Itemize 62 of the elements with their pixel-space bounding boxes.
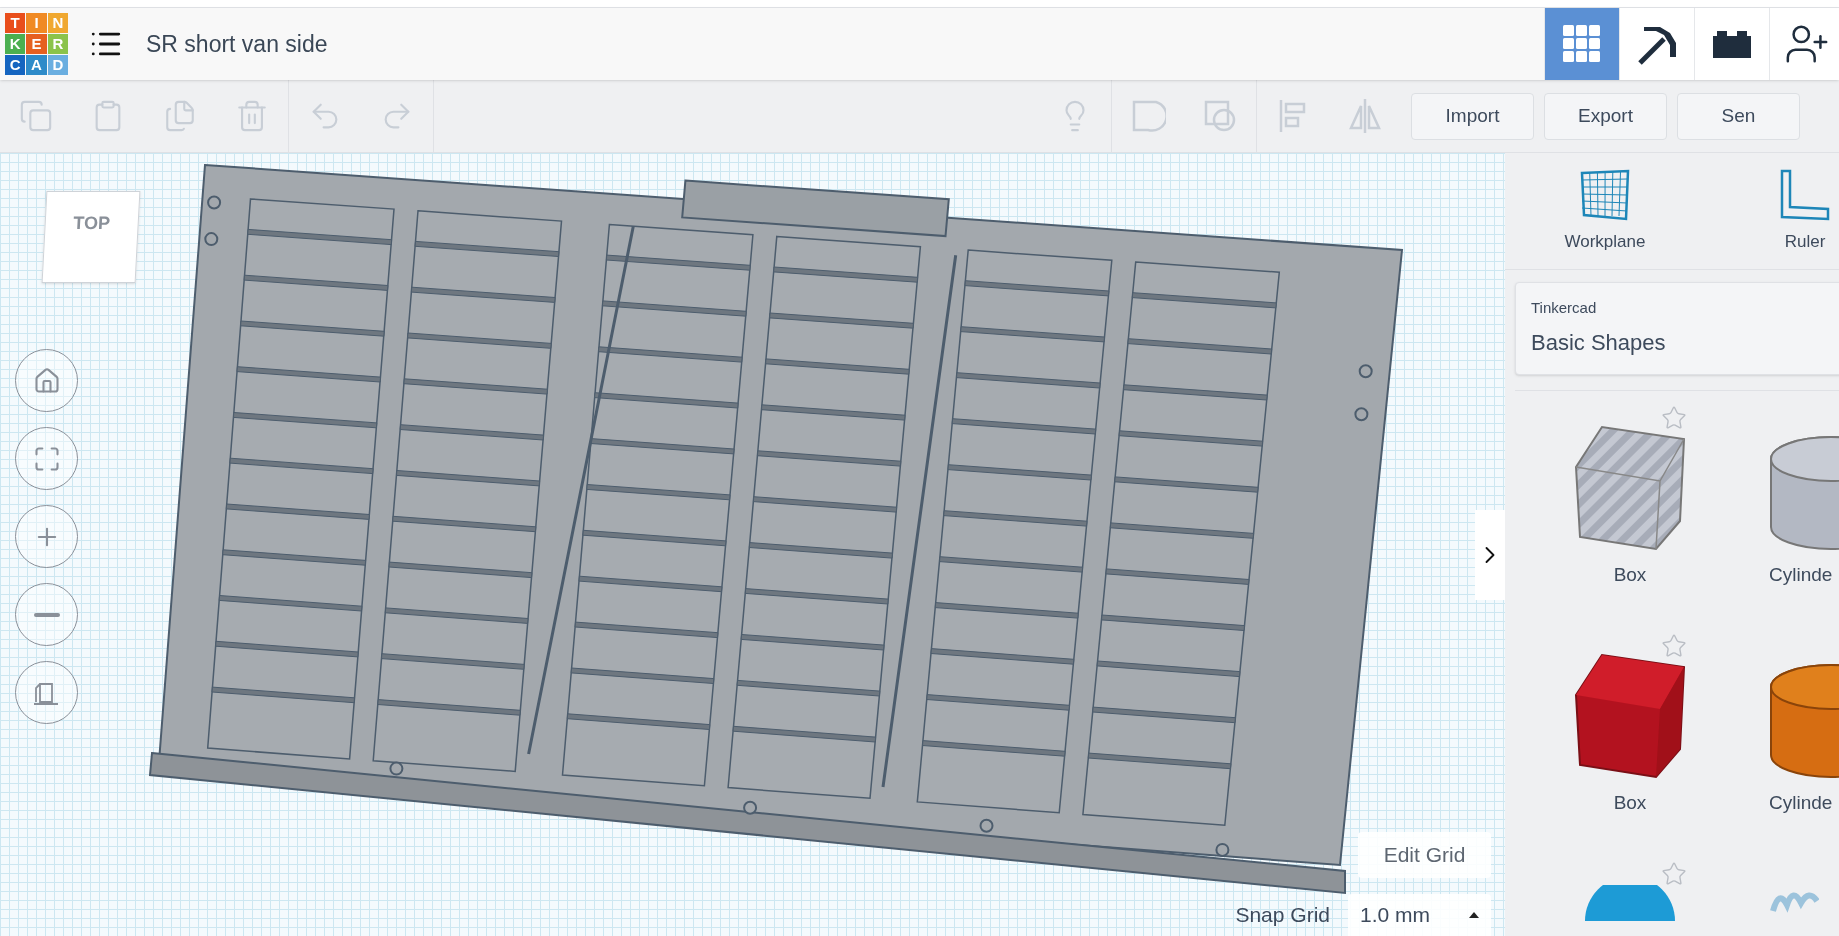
toolbar-text-button[interactable]: Export <box>1544 92 1667 140</box>
duplicate-icon <box>163 99 197 133</box>
box-icon <box>1574 653 1686 779</box>
shape-label: Box <box>1613 563 1647 587</box>
trash-icon <box>235 99 269 133</box>
workplane-icon <box>1580 169 1630 221</box>
view-control-button[interactable] <box>15 427 78 490</box>
shape-label: Cylinde <box>1769 563 1833 587</box>
view-tab[interactable] <box>1694 8 1769 80</box>
view-control-button[interactable] <box>15 349 78 412</box>
view-cube-label: TOP <box>72 212 111 235</box>
shape-label: Cylinde <box>1769 791 1833 815</box>
view-control-button[interactable] <box>15 583 78 646</box>
view-tab[interactable] <box>1619 8 1694 80</box>
striped-box-icon <box>1574 425 1686 551</box>
zoom-out-icon <box>33 612 60 617</box>
library-category: Basic Shapes <box>1531 328 1667 357</box>
shape-label: Box <box>1613 791 1647 815</box>
logo-letter: K <box>5 34 26 54</box>
logo-letter: R <box>47 34 68 54</box>
library-source: Tinkercad <box>1531 298 1598 318</box>
shape-tile[interactable]: Box <box>1515 391 1745 619</box>
brick-icon <box>1711 28 1753 60</box>
favorite-star-icon[interactable] <box>1661 405 1687 431</box>
snap-grid-label: Snap Grid <box>1235 902 1330 929</box>
ruler-icon <box>1780 169 1830 221</box>
grid-icon <box>1563 25 1601 63</box>
snap-grid-dropdown[interactable]: 1.0 mm <box>1348 894 1491 936</box>
logo-letter: A <box>26 55 47 75</box>
shape-tile[interactable]: Cylinde <box>1745 619 1839 847</box>
logo-letter: T <box>5 13 26 33</box>
fit-view-icon <box>32 444 61 473</box>
logo-letter: E <box>26 34 47 54</box>
logo-letter: N <box>47 13 68 33</box>
view-control-button[interactable] <box>15 661 78 724</box>
logo-letter: C <box>5 55 26 75</box>
logo-letter: I <box>26 13 47 33</box>
favorite-star-icon[interactable] <box>1661 861 1687 887</box>
library-selector[interactable]: Tinkercad Basic Shapes <box>1515 282 1839 375</box>
workplane-grid[interactable]: TOP Edit Grid Snap Grid 1.0 mm <box>0 153 1505 936</box>
group-icon <box>1130 98 1166 134</box>
view-control-button[interactable] <box>15 505 78 568</box>
favorite-star-icon[interactable] <box>1661 633 1687 659</box>
caret-up-icon <box>1469 912 1479 918</box>
toolbar-text-button[interactable]: Import <box>1411 92 1534 140</box>
shape-tile[interactable]: Box <box>1515 619 1745 847</box>
panel-tool-button[interactable]: Workplane <box>1505 153 1705 269</box>
copy-icon <box>19 99 53 133</box>
mirror-icon <box>1347 98 1383 134</box>
logo-letter: D <box>47 55 68 75</box>
toolbar-text-button[interactable]: Sen <box>1677 92 1800 140</box>
striped-cylinder-icon <box>1769 435 1839 551</box>
panel-collapse-button[interactable] <box>1475 510 1505 600</box>
logo[interactable]: T I N K E R C A D <box>5 13 68 75</box>
cylinder-icon <box>1769 663 1839 779</box>
design-title: SR short van side <box>146 29 328 59</box>
panel-tool-button[interactable]: Ruler <box>1705 153 1839 269</box>
invite-button[interactable] <box>1769 8 1839 80</box>
ungroup-icon <box>1202 98 1238 134</box>
home-icon <box>32 366 61 395</box>
edit-grid-button[interactable]: Edit Grid <box>1358 832 1491 878</box>
shape-tile[interactable]: Cylinde <box>1745 391 1839 619</box>
